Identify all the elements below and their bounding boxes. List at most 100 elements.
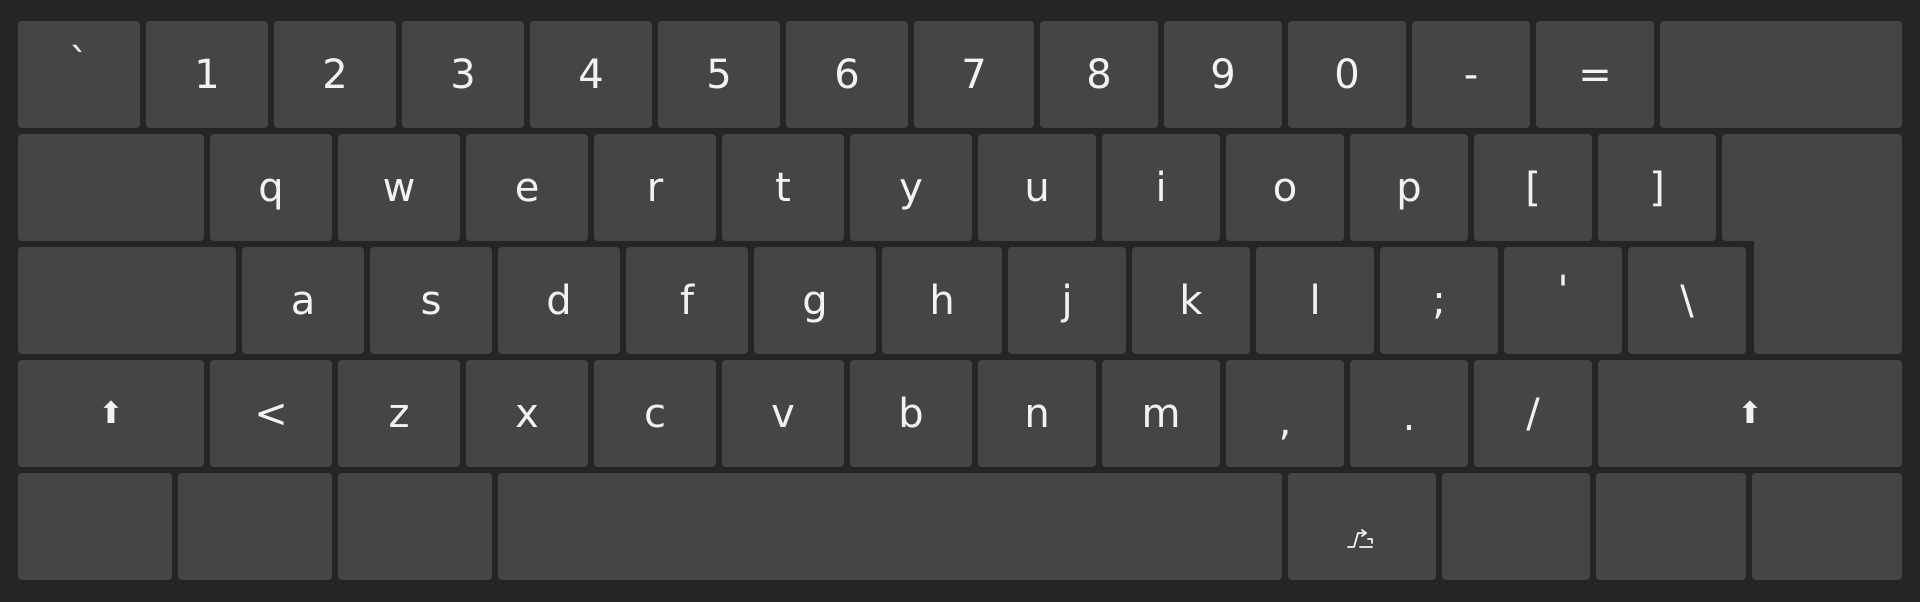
key-label: r — [646, 164, 664, 211]
key-1[interactable]: 1 — [146, 21, 268, 128]
key-v[interactable]: v — [722, 360, 844, 467]
key-label: 8 — [1086, 51, 1112, 98]
key-u[interactable]: u — [978, 134, 1096, 241]
key-label: l — [1309, 277, 1321, 324]
key-2[interactable]: 2 — [274, 21, 396, 128]
key-enter-lower[interactable] — [1754, 240, 1902, 354]
key-label: j — [1061, 277, 1073, 324]
key-label: x — [515, 390, 539, 437]
key-label: g — [802, 277, 828, 324]
key-right-shift[interactable]: ⬆ — [1598, 360, 1902, 467]
key-b[interactable]: b — [850, 360, 972, 467]
key-i[interactable]: i — [1102, 134, 1220, 241]
shift-icon: ⬆ — [1737, 395, 1763, 431]
key-less-than[interactable]: < — [210, 360, 332, 467]
key-l[interactable]: l — [1256, 247, 1374, 354]
key-9[interactable]: 9 — [1164, 21, 1282, 128]
key-m[interactable]: m — [1102, 360, 1220, 467]
key-menu[interactable] — [1596, 473, 1746, 580]
key-label: p — [1396, 164, 1422, 211]
key-label: v — [771, 390, 795, 437]
key-label: c — [644, 390, 666, 437]
key-label: 0 — [1334, 51, 1360, 98]
key-period[interactable]: . — [1350, 360, 1468, 467]
key-equals[interactable]: = — [1536, 21, 1654, 128]
key-d[interactable]: d — [498, 247, 620, 354]
key-0[interactable]: 0 — [1288, 21, 1406, 128]
key-x[interactable]: x — [466, 360, 588, 467]
key-o[interactable]: o — [1226, 134, 1344, 241]
key-backtick[interactable]: ` — [18, 21, 140, 128]
key-z[interactable]: z — [338, 360, 460, 467]
key-a[interactable]: a — [242, 247, 364, 354]
key-j[interactable]: j — [1008, 247, 1126, 354]
key-right-bracket[interactable]: ] — [1598, 134, 1716, 241]
key-label: - — [1463, 51, 1479, 98]
key-label: u — [1024, 164, 1050, 211]
key-left-ctrl[interactable] — [18, 473, 172, 580]
key-c[interactable]: c — [594, 360, 716, 467]
key-w[interactable]: w — [338, 134, 460, 241]
key-q[interactable]: q — [210, 134, 332, 241]
key-k[interactable]: k — [1132, 247, 1250, 354]
key-tab[interactable] — [18, 134, 204, 241]
key-minus[interactable]: - — [1412, 21, 1530, 128]
key-label: 9 — [1210, 51, 1236, 98]
key-slash[interactable]: / — [1474, 360, 1592, 467]
key-7[interactable]: 7 — [914, 21, 1034, 128]
key-label: h — [929, 277, 955, 324]
key-label: f — [679, 277, 695, 324]
key-enter[interactable] — [1722, 134, 1902, 241]
key-h[interactable]: h — [882, 247, 1002, 354]
key-left-alt[interactable] — [338, 473, 492, 580]
on-screen-keyboard: ` 1 2 3 4 5 6 7 8 9 0 - = q w e r t y u … — [0, 0, 1920, 602]
key-label: b — [898, 390, 924, 437]
key-space[interactable] — [498, 473, 1282, 580]
key-label: d — [546, 277, 572, 324]
key-backspace[interactable] — [1660, 21, 1902, 128]
key-label: z — [388, 390, 410, 437]
key-label: [ — [1525, 164, 1541, 211]
key-label: o — [1272, 164, 1298, 211]
key-s[interactable]: s — [370, 247, 492, 354]
key-y[interactable]: y — [850, 134, 972, 241]
key-t[interactable]: t — [722, 134, 844, 241]
key-label: n — [1024, 390, 1050, 437]
key-n[interactable]: n — [978, 360, 1096, 467]
key-e[interactable]: e — [466, 134, 588, 241]
key-label: , — [1278, 398, 1292, 445]
key-8[interactable]: 8 — [1040, 21, 1158, 128]
key-left-bracket[interactable]: [ — [1474, 134, 1592, 241]
shift-icon: ⬆ — [98, 395, 124, 431]
key-r[interactable]: r — [594, 134, 716, 241]
key-left-shift[interactable]: ⬆ — [18, 360, 204, 467]
key-label: w — [382, 164, 416, 211]
key-semicolon[interactable]: ; — [1380, 247, 1498, 354]
key-backslash[interactable]: \ — [1628, 247, 1746, 354]
key-g[interactable]: g — [754, 247, 876, 354]
key-right-win[interactable] — [1442, 473, 1590, 580]
key-label: y — [899, 164, 923, 211]
key-5[interactable]: 5 — [658, 21, 780, 128]
key-p[interactable]: p — [1350, 134, 1468, 241]
key-label: 7 — [961, 51, 987, 98]
key-right-ctrl[interactable] — [1752, 473, 1902, 580]
alt-gr-icon — [1346, 518, 1378, 548]
key-left-win[interactable] — [178, 473, 332, 580]
key-label: 6 — [834, 51, 860, 98]
key-label: < — [254, 390, 288, 437]
key-alt-gr[interactable] — [1288, 473, 1436, 580]
key-f[interactable]: f — [626, 247, 748, 354]
key-3[interactable]: 3 — [402, 21, 524, 128]
key-quote[interactable]: ' — [1504, 247, 1622, 354]
key-label: q — [258, 164, 284, 211]
key-label: s — [420, 277, 442, 324]
key-label: k — [1179, 277, 1203, 324]
key-label: e — [514, 164, 540, 211]
key-caps-lock[interactable] — [18, 247, 236, 354]
key-6[interactable]: 6 — [786, 21, 908, 128]
key-label: 3 — [450, 51, 476, 98]
key-comma[interactable]: , — [1226, 360, 1344, 467]
key-4[interactable]: 4 — [530, 21, 652, 128]
key-label: = — [1578, 51, 1612, 98]
